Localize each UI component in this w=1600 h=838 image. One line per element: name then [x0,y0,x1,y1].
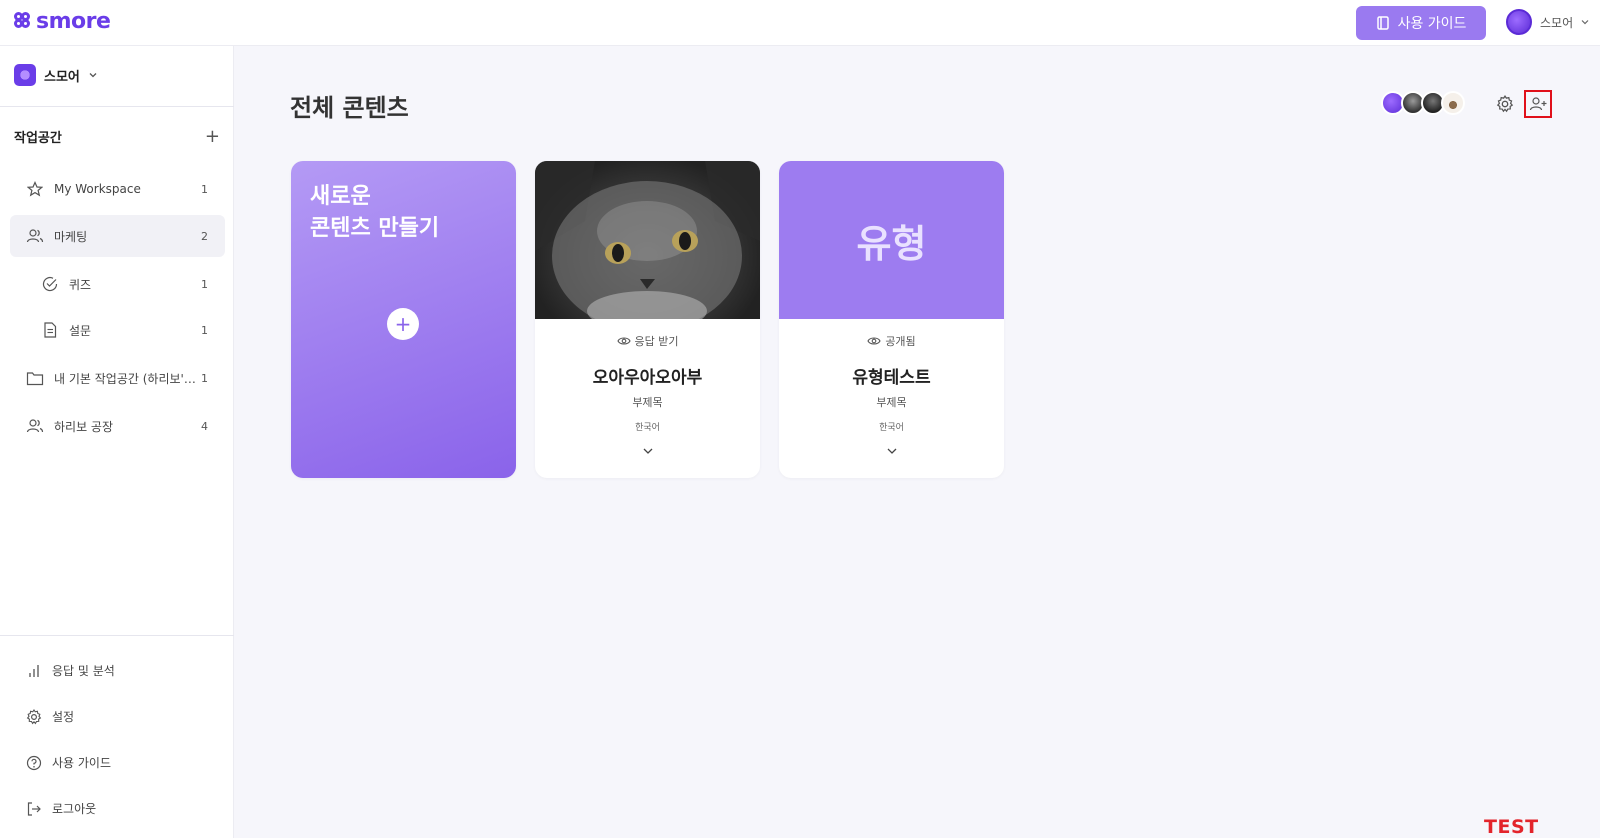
bar-chart-icon [29,664,39,677]
type-thumbnail: 유형 [779,161,1004,319]
sidebar-item-count: 2 [201,229,208,243]
sidebar-item-quiz[interactable]: 퀴즈 1 [10,263,225,305]
workspace-name: 스모어 [44,69,80,85]
sidebar-item-survey[interactable]: 설문 1 [10,309,225,351]
sidebar-item-count: 1 [201,182,208,196]
user-plus-icon [1529,97,1547,111]
card-status: 응답 받기 [535,333,760,349]
plus-icon[interactable]: + [387,308,419,340]
document-icon [41,321,59,339]
workspace-section-header: 작업공간 + [14,126,220,147]
gear-icon [26,708,42,724]
invite-member-button[interactable] [1524,90,1552,118]
member-avatars[interactable] [1381,91,1465,115]
sidebar-item-label: My Workspace [54,182,141,196]
section-title: 작업공간 [14,131,62,146]
sidebar-item-my-workspace[interactable]: My Workspace 1 [10,168,225,210]
sidebar-settings[interactable]: 설정 [26,708,74,725]
card-status-label: 공개됨 [885,335,916,348]
member-avatar [1441,91,1465,115]
sidebar-bottom-label: 로그아웃 [52,802,97,816]
workspace-settings-button[interactable] [1494,93,1516,115]
chevron-down-icon [89,73,97,78]
chevron-down-icon [643,448,652,454]
create-title-line: 새로운 [310,184,371,209]
content-card[interactable]: 응답 받기 오아우아오아부 부제목 한국어 [535,161,760,478]
sidebar-item-label: 내 기본 작업공간 (하리보'… [54,371,196,386]
create-title-line: 콘텐츠 만들기 [310,216,440,241]
divider [0,635,234,636]
chevron-down-icon [887,448,896,454]
users-icon [26,417,44,435]
add-workspace-button[interactable]: + [205,126,220,147]
sidebar-logout[interactable]: 로그아웃 [26,800,96,817]
card-subtitle: 부제목 [632,396,663,409]
sidebar-item-default-workspace[interactable]: 내 기본 작업공간 (하리보'… 1 [10,357,225,399]
logo-text: smore [36,9,111,34]
card-body: 응답 받기 오아우아오아부 부제목 한국어 [535,333,760,455]
page-title: 전체 콘텐츠 [290,94,409,122]
smore-logo[interactable]: smore [14,9,111,34]
sidebar-bottom-label: 응답 및 분석 [52,664,115,678]
sidebar-item-label: 하리보 공장 [54,419,114,434]
card-status: 공개됨 [779,333,1004,349]
card-language: 한국어 [635,423,660,433]
folder-icon [26,369,44,387]
divider [0,106,234,107]
card-language: 한국어 [879,423,904,433]
card-title: 유형테스트 [852,368,931,388]
thumbnail-text: 유형 [856,221,927,266]
top-bar: smore 사용 가이드 스모어 [0,0,1600,46]
create-content-card[interactable]: 새로운 콘텐츠 만들기 + [291,161,516,478]
sidebar-item-label: 퀴즈 [69,277,92,292]
workspace-selector[interactable]: 스모어 [14,64,98,86]
profile-menu[interactable]: 스모어 [1506,9,1589,35]
user-guide-button[interactable]: 사용 가이드 [1356,6,1486,40]
sidebar: 스모어 작업공간 + My Workspace 1 마케팅 2 퀴즈 1 설문 … [0,46,234,838]
card-expand-button[interactable] [779,447,1004,455]
content-card[interactable]: 유형 공개됨 유형테스트 부제목 한국어 [779,161,1004,478]
sidebar-bottom-label: 사용 가이드 [52,756,112,770]
card-subtitle: 부제목 [876,396,907,409]
sidebar-item-count: 4 [201,419,208,433]
chevron-down-icon [1581,20,1589,25]
eye-icon [867,337,881,345]
help-circle-icon [26,755,42,770]
logo-mark-icon [14,12,34,32]
user-guide-label: 사용 가이드 [1397,16,1467,32]
avatar [1506,9,1532,35]
gear-icon [1496,95,1514,113]
sidebar-item-marketing[interactable]: 마케팅 2 [10,215,225,257]
logout-icon [27,801,41,816]
sidebar-item-count: 1 [201,371,208,385]
workspace-logo [14,64,36,86]
card-body: 공개됨 유형테스트 부제목 한국어 [779,333,1004,455]
sidebar-item-label: 마케팅 [54,229,88,244]
sidebar-item-label: 설문 [69,323,92,338]
card-title: 오아우아오아부 [592,368,703,388]
card-expand-button[interactable] [535,447,760,455]
sidebar-bottom-label: 설정 [52,710,75,724]
sidebar-responses-analytics[interactable]: 응답 및 분석 [26,662,115,679]
sidebar-item-count: 1 [201,277,208,291]
check-circle-icon [41,275,59,293]
profile-name: 스모어 [1540,15,1574,30]
sidebar-item-count: 1 [201,323,208,337]
test-mode-badge: TEST MODE [1484,816,1539,838]
star-icon [26,180,44,198]
book-icon [1376,16,1389,30]
create-content-title: 새로운 콘텐츠 만들기 [310,181,439,245]
eye-icon [616,337,631,345]
sidebar-user-guide[interactable]: 사용 가이드 [26,754,111,771]
card-status-label: 응답 받기 [634,335,679,348]
users-icon [26,227,44,245]
sidebar-item-haribo-factory[interactable]: 하리보 공장 4 [10,405,225,447]
cat-thumbnail [535,161,760,319]
